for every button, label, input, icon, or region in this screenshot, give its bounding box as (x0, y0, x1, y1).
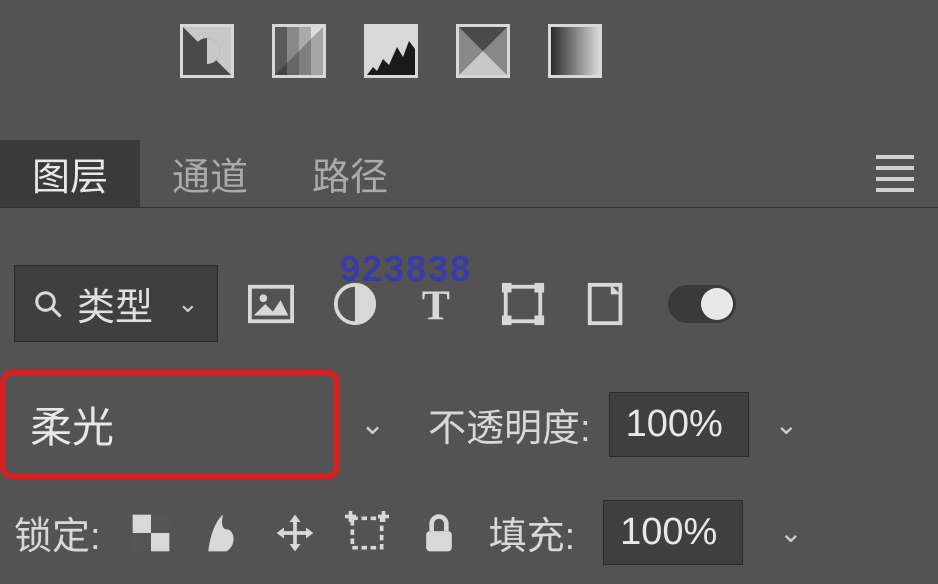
lock-artboard-icon[interactable] (345, 511, 389, 555)
shape-layer-filter-icon[interactable] (500, 281, 546, 327)
chevron-down-icon[interactable]: ⌄ (767, 408, 806, 441)
adjustment-icons-row (180, 24, 602, 78)
pixel-layer-filter-icon[interactable] (248, 281, 294, 327)
blend-mode-dropdown[interactable]: 柔光 ⌄ (0, 370, 410, 479)
tab-layers[interactable]: 图层 (0, 140, 140, 207)
layer-filter-row: 类型 ⌄ T (14, 265, 924, 342)
search-icon (33, 289, 63, 319)
opacity-label: 不透明度: (428, 397, 591, 452)
tab-channels[interactable]: 通道 (140, 140, 280, 207)
lock-transparency-icon[interactable] (129, 511, 173, 555)
fill-label: 填充: (489, 505, 576, 560)
blend-mode-row: 柔光 ⌄ 不透明度: 100% ⌄ (0, 370, 924, 479)
chevron-down-icon[interactable]: ⌄ (360, 407, 385, 442)
lock-pixels-icon[interactable] (201, 511, 245, 555)
adjustment-layer-filter-icon[interactable] (332, 281, 378, 327)
panel-menu-icon[interactable] (876, 155, 914, 192)
selective-color-icon[interactable] (548, 24, 602, 78)
tab-paths[interactable]: 路径 (280, 140, 420, 207)
smartobject-layer-filter-icon[interactable] (584, 281, 630, 327)
toggle-knob (701, 288, 733, 320)
chevron-down-icon: ⌄ (177, 288, 199, 319)
lock-all-icon[interactable] (417, 511, 461, 555)
lock-position-icon[interactable] (273, 511, 317, 555)
svg-text:T: T (422, 282, 450, 327)
gradient-map-icon[interactable] (456, 24, 510, 78)
opacity-input[interactable]: 100% (609, 392, 749, 457)
blend-mode-value: 柔光 (0, 370, 340, 479)
posterize-icon[interactable] (272, 24, 326, 78)
lock-label: 锁定: (14, 505, 101, 560)
lock-row: 锁定: 填充: 100% ⌄ (14, 500, 924, 565)
filter-type-dropdown[interactable]: 类型 ⌄ (14, 265, 218, 342)
panel-tabs: 图层 通道 路径 (0, 140, 938, 208)
filter-type-label: 类型 (77, 276, 153, 331)
fill-input[interactable]: 100% (603, 500, 743, 565)
invert-icon[interactable] (180, 24, 234, 78)
type-layer-filter-icon[interactable]: T (416, 281, 462, 327)
threshold-icon[interactable] (364, 24, 418, 78)
filter-icon-group: T (248, 281, 736, 327)
chevron-down-icon[interactable]: ⌄ (771, 516, 810, 549)
filter-toggle[interactable] (668, 285, 736, 323)
